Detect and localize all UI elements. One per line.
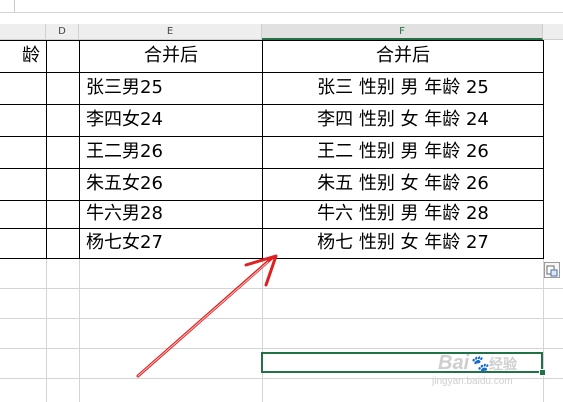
red-arrow-annotation [136, 254, 278, 378]
watermark-brand: Bai🐾经验 [438, 352, 518, 374]
paw-icon: 🐾 [469, 356, 490, 373]
watermark-url: jingyan.baidu.com [432, 376, 513, 387]
